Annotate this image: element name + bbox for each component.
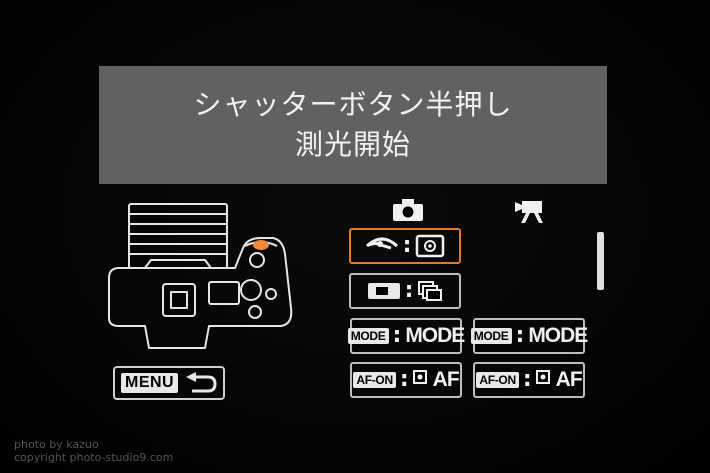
- eye-icon: [365, 237, 398, 250]
- mode-tag: MODE: [347, 328, 389, 344]
- colon: :: [515, 323, 525, 348]
- af-metering-icon: [412, 370, 427, 384]
- mode-value: MODE: [405, 324, 465, 347]
- scrollbar-thumb[interactable]: [597, 232, 604, 290]
- menu-label: MENU: [121, 373, 179, 393]
- watermark-line-1: photo by kazuo: [14, 438, 99, 451]
- af-on-tag: AF-ON: [476, 372, 519, 388]
- metering-icon: [416, 234, 445, 258]
- assign-cell-mode-photo[interactable]: MODE : MODE: [347, 318, 465, 354]
- menu-back-button[interactable]: MENU: [113, 366, 225, 400]
- camera-icon: [393, 199, 423, 221]
- watermark-line-2: copyright photo-studio9.com: [14, 451, 174, 464]
- af-metering-icon: [535, 370, 550, 384]
- assign-cell-eye-metering[interactable]: :: [349, 228, 461, 264]
- function-description-banner: シャッターボタン半押し 測光開始: [99, 66, 607, 184]
- watermark: photo by kazuo copyright photo-studio9.c…: [14, 438, 173, 464]
- movie-camera-icon: [515, 201, 543, 223]
- colon: :: [404, 278, 414, 303]
- return-arrow-icon: [186, 372, 217, 393]
- colon: :: [399, 367, 409, 392]
- af-on-tag: AF-ON: [353, 372, 396, 388]
- drive-mode-icon: [418, 281, 443, 301]
- assign-cell-afon-photo[interactable]: AF-ON : AF: [350, 362, 462, 398]
- af-value: AF: [432, 368, 460, 391]
- camera-screen: シャッターボタン半押し 測光開始 MENU:: MODE: MODE MO…: [0, 0, 710, 473]
- assign-cell-viewfinder-drive[interactable]: :: [349, 273, 461, 309]
- banner-line-2: 測光開始: [294, 128, 411, 161]
- colon: :: [392, 323, 402, 348]
- af-value: AF: [555, 368, 583, 391]
- mode-value: MODE: [528, 324, 588, 347]
- camera-top-view-icon: [108, 203, 293, 349]
- assign-cell-mode-movie[interactable]: MODE : MODE: [470, 318, 588, 354]
- banner-line-1: シャッターボタン半押し: [193, 88, 513, 121]
- viewfinder-icon: [367, 283, 400, 299]
- mode-tag: MODE: [470, 328, 512, 344]
- colon: :: [402, 233, 412, 258]
- assign-cell-afon-movie[interactable]: AF-ON : AF: [473, 362, 585, 398]
- colon: :: [522, 367, 532, 392]
